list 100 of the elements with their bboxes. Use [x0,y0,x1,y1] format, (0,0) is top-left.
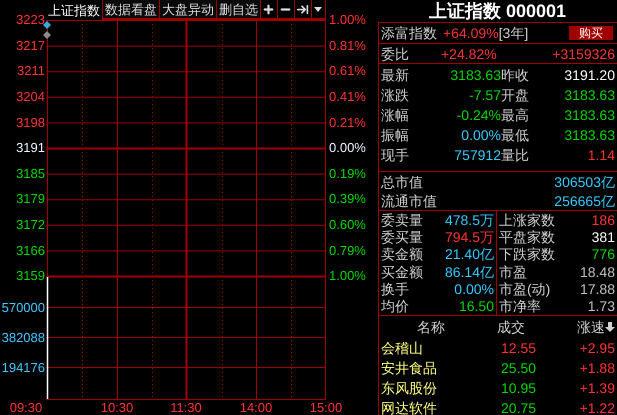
stock-price: 25.50 [501,360,538,375]
price-axis-label: 3166 [16,244,45,257]
market-stat-label: 市盈(动) [499,282,550,296]
stat-label: 涨幅 [381,108,410,122]
market-stat-label: 上涨家数 [499,212,555,227]
price-axis-label: 3159 [16,269,45,282]
stock-name[interactable]: 安井食品 [381,360,501,375]
price-axis-label: 3198 [16,116,45,129]
market-stat-value: 776 [592,247,615,262]
order-label: 换手 [381,282,409,296]
time-axis-label: 09:30 [8,401,44,414]
order-label: 委卖量 [381,212,423,227]
stat-value: 3183.63 [563,108,615,122]
stock-price: 12.55 [501,340,538,355]
price-axis-label: 3172 [16,218,45,232]
market-cap-value: 306503亿 [554,174,615,188]
percent-axis-label: 0.21% [329,116,366,129]
market-stat-label: 市净率 [499,299,541,314]
market-stat-value: 1.73 [588,299,615,314]
stat-label: 开盘 [501,88,530,102]
remove-button[interactable] [278,0,295,20]
stock-price: 10.95 [501,380,538,395]
index-title: 上证指数 000001 [428,0,566,22]
order-label: 委买量 [381,230,423,244]
percent-axis-label: 0.79% [329,244,366,257]
volume-axis-label: 194176 [2,361,45,374]
price-axis-label: 3191 [16,141,45,154]
market-stat-value: 381 [592,230,615,244]
stat-label: 量比 [501,148,530,162]
stat-value: 3183.63 [563,88,615,102]
order-value: 21.40亿 [444,247,494,262]
tab[interactable]: 数据看盘 [103,0,160,20]
order-value: 794.5万 [444,230,494,244]
price-axis-label: 3223 [16,13,45,26]
percent-axis-label: 0.81% [329,38,366,52]
tab[interactable]: 上证指数 [46,0,103,20]
time-axis-label: 14:00 [238,401,274,414]
plus-icon [262,2,276,16]
stock-speed: +1.39 [580,380,615,395]
stat-label: 涨跌 [381,88,410,102]
order-value: 478.5万 [444,212,494,227]
stock-name[interactable]: 东风股份 [381,380,501,395]
percent-axis-label: 1.00% [329,13,366,26]
bid-ratio-label: 委比 [381,46,410,60]
stock-speed: +1.22 [580,400,615,415]
tab[interactable]: 删自选 [217,0,261,20]
order-label: 均价 [381,299,409,314]
market-stat-value: 186 [592,212,615,227]
order-label: 卖金额 [381,247,423,262]
market-stat-value: 18.48 [580,264,615,279]
percent-axis-label: 0.41% [329,90,366,104]
add-button[interactable] [261,0,278,20]
column-header: 名称 [416,320,446,334]
time-axis-label: 15:00 [308,401,344,414]
stat-value: 3191.20 [563,68,615,82]
percent-axis-label: 0.60% [329,218,366,232]
fund-return: +64.09% [443,26,499,40]
stat-label: 最低 [501,128,530,142]
stat-label: 昨收 [501,68,530,82]
current-price-marker-icon [43,21,51,29]
fund-label: 添富指数 [381,26,437,40]
stock-speed: +1.88 [580,360,615,375]
volume-axis-label: 382088 [2,331,45,344]
percent-axis-label: 0.39% [329,192,366,206]
stat-value: -0.24% [456,108,501,122]
order-label: 买金额 [381,264,423,279]
order-value: 16.50 [458,299,494,314]
market-stat-label: 平盘家数 [499,230,555,244]
stock-speed: +2.95 [580,340,615,355]
stat-value: 0.00% [460,128,501,142]
market-stat-label: 下跌家数 [499,247,555,262]
tab[interactable]: 大盘异动 [160,0,217,20]
stat-label: 现手 [381,148,410,162]
stat-label: 振幅 [381,128,410,142]
stat-label: 最新 [381,68,410,82]
market-cap-value: 256665亿 [554,194,615,208]
fund-period: [3年] [498,26,528,40]
order-value: 0.00% [454,282,494,296]
stat-value: -7.57 [468,88,501,102]
stat-value: 1.14 [586,148,615,162]
order-value: 86.14亿 [444,264,494,279]
percent-axis-label: 1.00% [329,269,366,282]
volume-axis-label: 570000 [2,301,45,314]
bid-ratio-percent: +24.82% [441,46,497,60]
price-axis-label: 3185 [16,166,45,180]
buy-button[interactable]: 购买 [569,26,613,40]
price-axis-label: 3211 [17,64,45,78]
stock-name[interactable]: 网达软件 [381,400,501,415]
time-axis-label: 11:30 [169,401,203,414]
jump-to-end-button[interactable] [294,0,312,20]
price-axis-label: 3217 [16,38,45,52]
dropdown-button[interactable] [312,0,326,20]
stock-name[interactable]: 会稽山 [381,340,501,355]
stat-value: 3183.63 [563,128,615,142]
arrow-to-line-icon [296,2,310,16]
column-header: 成交 [496,320,526,334]
percent-axis-label: 0.61% [329,64,366,78]
market-cap-label: 总市值 [381,174,423,188]
column-header: 涨速 [577,320,605,334]
stat-value: 757912 [453,148,501,162]
